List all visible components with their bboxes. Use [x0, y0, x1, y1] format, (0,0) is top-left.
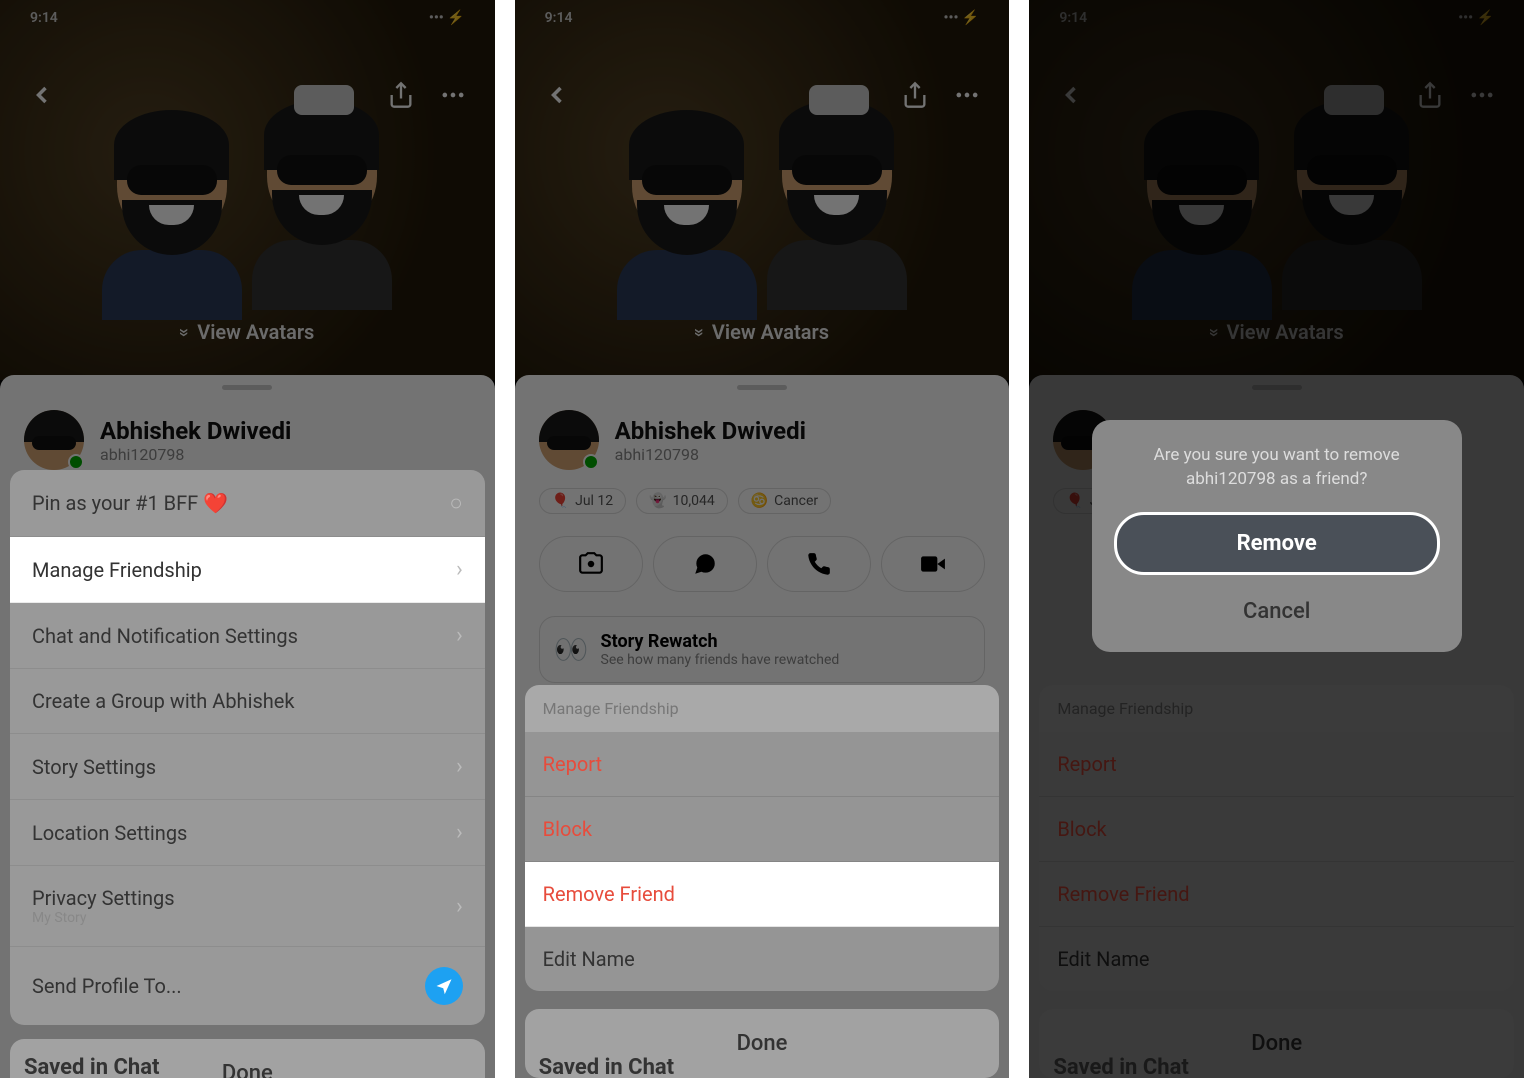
manage-friendship-label: Manage Friendship: [32, 558, 202, 582]
manage-friendship-item[interactable]: Manage Friendship ›: [10, 537, 485, 603]
send-icon: [425, 967, 463, 1005]
privacy-settings-sub: My Story: [32, 910, 175, 926]
screen-3-remove-confirm: 9:14 ••• ⚡ View Avatars Abhishek Dwivedi…: [1029, 0, 1524, 1078]
chevron-right-icon: ›: [456, 820, 463, 845]
chevron-right-icon: ›: [456, 557, 463, 582]
remove-friend-item[interactable]: Remove Friend: [525, 862, 1000, 927]
chevron-right-icon: ›: [456, 623, 463, 648]
block-item[interactable]: Block: [525, 797, 1000, 862]
remove-friend-item[interactable]: Remove Friend: [1039, 862, 1514, 927]
create-group-item[interactable]: Create a Group with Abhishek: [10, 669, 485, 734]
block-item[interactable]: Block: [1039, 797, 1514, 862]
create-group-label: Create a Group with Abhishek: [32, 689, 295, 713]
edit-name-item[interactable]: Edit Name: [1039, 927, 1514, 991]
report-item[interactable]: Report: [1039, 732, 1514, 797]
saved-in-chat-label: Saved in Chat: [24, 1055, 159, 1078]
chat-settings-label: Chat and Notification Settings: [32, 624, 298, 648]
location-settings-item[interactable]: Location Settings ›: [10, 800, 485, 866]
toggle-off-icon: ○: [449, 490, 462, 516]
privacy-settings-item[interactable]: Privacy Settings My Story ›: [10, 866, 485, 947]
remove-button[interactable]: Remove: [1114, 512, 1440, 575]
story-settings-label: Story Settings: [32, 755, 156, 779]
chat-settings-item[interactable]: Chat and Notification Settings ›: [10, 603, 485, 669]
screen-1-settings-sheet: 9:14 ••• ⚡ View Avatars Abhishek Dwivedi…: [0, 0, 495, 1078]
pin-bff-item[interactable]: Pin as your #1 BFF ❤️ ○: [10, 470, 485, 537]
location-settings-label: Location Settings: [32, 821, 187, 845]
send-profile-label: Send Profile To...: [32, 974, 182, 998]
edit-name-item[interactable]: Edit Name: [525, 927, 1000, 991]
report-item[interactable]: Report: [525, 732, 1000, 797]
remove-confirm-dialog: Are you sure you want to remove abhi1207…: [1092, 420, 1462, 652]
saved-in-chat-label: Saved in Chat: [539, 1055, 674, 1078]
chevron-right-icon: ›: [456, 754, 463, 779]
send-profile-item[interactable]: Send Profile To...: [10, 947, 485, 1025]
chevron-right-icon: ›: [456, 894, 463, 919]
manage-friendship-header: Manage Friendship: [1039, 685, 1514, 732]
privacy-settings-label: Privacy Settings: [32, 886, 175, 910]
manage-friendship-header: Manage Friendship: [525, 685, 1000, 732]
screen-2-manage-friendship: 9:14 ••• ⚡ View Avatars Abhishek Dwivedi…: [515, 0, 1010, 1078]
saved-in-chat-label: Saved in Chat: [1053, 1055, 1188, 1078]
cancel-button[interactable]: Cancel: [1106, 589, 1448, 634]
story-settings-item[interactable]: Story Settings ›: [10, 734, 485, 800]
pin-bff-label: Pin as your #1 BFF ❤️: [32, 491, 228, 515]
alert-message: Are you sure you want to remove abhi1207…: [1106, 444, 1448, 492]
